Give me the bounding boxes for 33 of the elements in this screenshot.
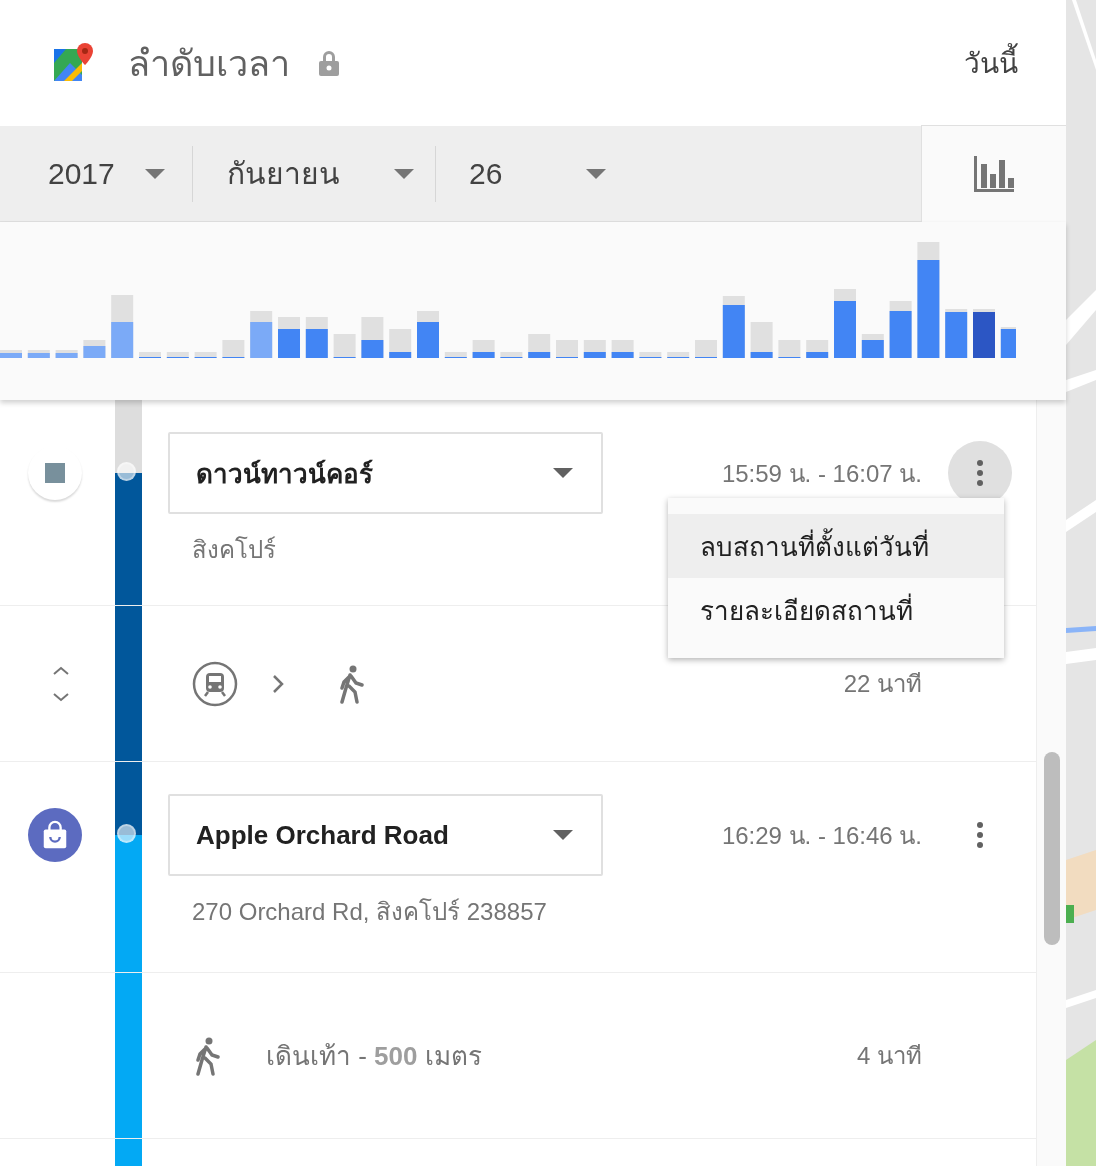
- menu-item[interactable]: ลบสถานที่ตั้งแต่วันที่: [668, 514, 1004, 578]
- bar-chart-icon: [974, 156, 1014, 192]
- expand-collapse-icon[interactable]: [51, 665, 70, 702]
- duration: 4 นาที: [857, 1041, 922, 1071]
- place-name-dropdown[interactable]: ดาวน์ทาวน์คอร์: [168, 432, 603, 514]
- scrollbar-thumb[interactable]: [1044, 752, 1060, 945]
- date-dropdown[interactable]: กันยายน: [193, 126, 435, 221]
- place-address: 270 Orchard Rd, สิงคโปร์ 238857: [192, 897, 547, 927]
- menu-item[interactable]: รายละเอียดสถานที่: [668, 578, 1004, 642]
- chevron-right-icon: [272, 673, 284, 694]
- timeline-dot: [117, 462, 136, 481]
- dropdown-caret-icon: [553, 468, 573, 478]
- timeline-dot: [117, 824, 136, 843]
- train-icon: [192, 660, 238, 707]
- dropdown-caret-icon: [144, 168, 165, 179]
- page-title: ลำดับเวลา: [128, 41, 290, 86]
- shopping-bag-icon: [27, 808, 82, 862]
- dropdown-caret-icon: [586, 168, 607, 179]
- today-link[interactable]: วันนี้: [964, 41, 1018, 85]
- date-dropdown[interactable]: 26: [436, 126, 636, 221]
- place-address: สิงคโปร์: [192, 535, 276, 565]
- place-name-dropdown[interactable]: Apple Orchard Road: [168, 794, 603, 876]
- dropdown-caret-icon: [394, 168, 414, 179]
- time-range: 16:29 น. - 16:46 น.: [721, 820, 922, 851]
- date-dropdown[interactable]: 2017: [0, 126, 192, 221]
- walk-distance: เดินเท้า - 500 เมตร: [266, 1040, 482, 1073]
- more-vert-icon: [977, 460, 983, 486]
- lock-icon: [318, 50, 340, 76]
- dropdown-caret-icon: [553, 830, 573, 840]
- time-range: 15:59 น. - 16:07 น.: [721, 458, 922, 489]
- chart-toggle-tab[interactable]: [921, 125, 1066, 222]
- duration: 22 นาที: [843, 669, 922, 699]
- more-vert-icon: [977, 822, 983, 848]
